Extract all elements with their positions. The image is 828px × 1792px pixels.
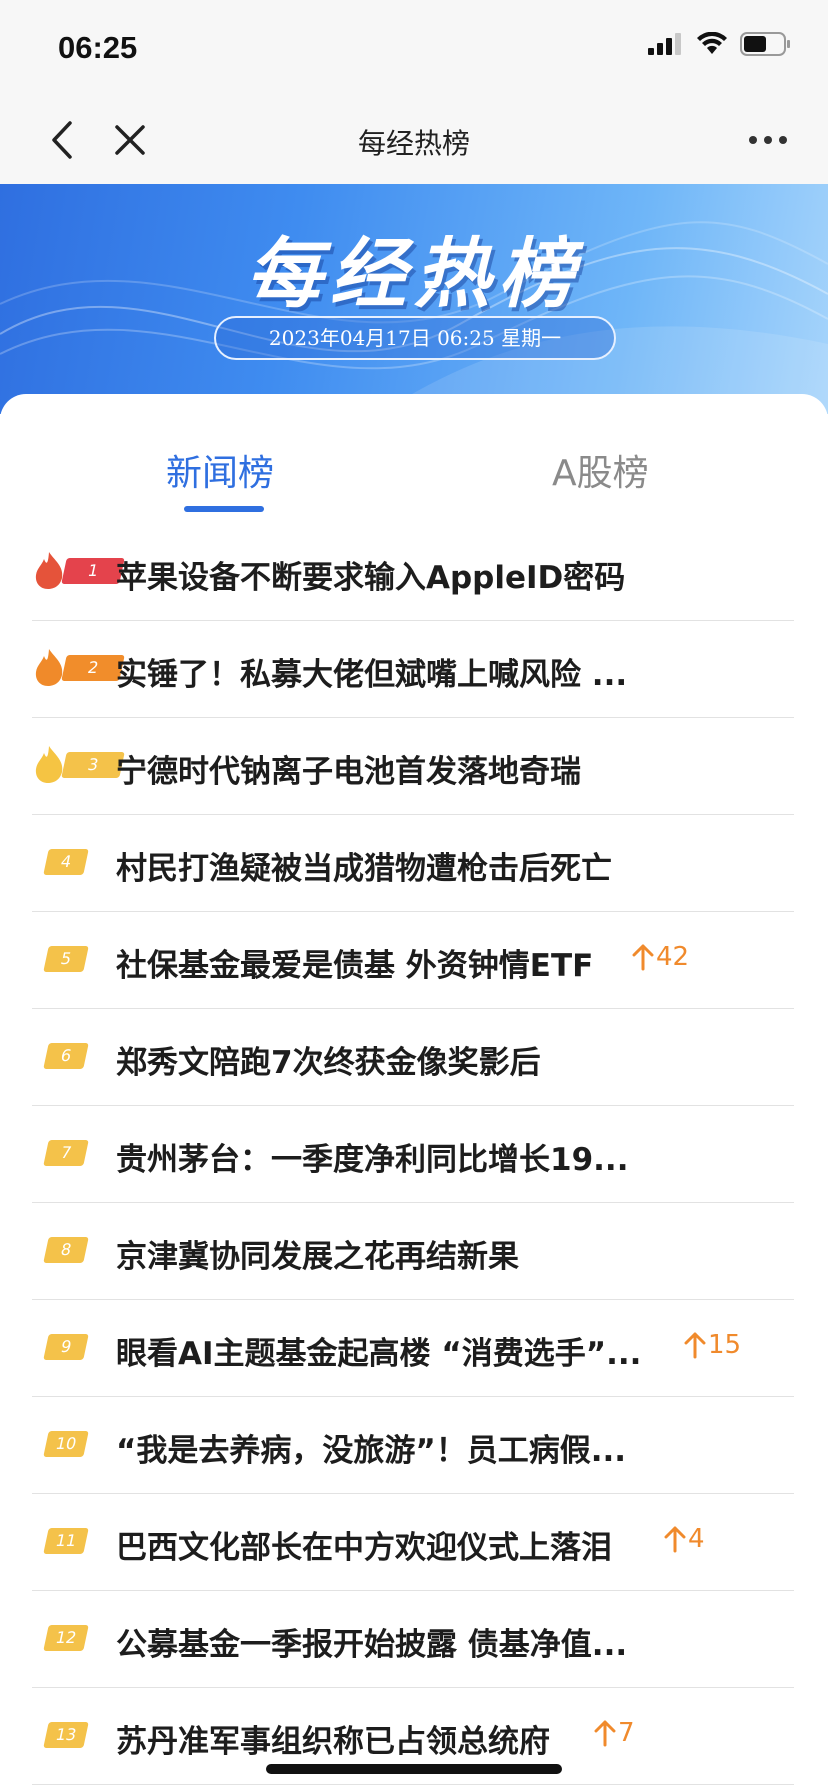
news-title: 巴西文化部长在中方欢迎仪式上落泪	[116, 1530, 612, 1566]
news-title: 社保基金最爱是债基 外资钟情ETF	[116, 948, 594, 984]
arrow-up-icon	[594, 1720, 616, 1747]
news-title: 眼看AI主题基金起高楼 “消费选手”...	[116, 1336, 642, 1372]
rank-badge: 11	[43, 1528, 89, 1554]
list-item[interactable]: 9 眼看AI主题基金起高楼 “消费选手”... 15	[32, 1300, 794, 1397]
list-item[interactable]: 10 “我是去养病，没旅游”！员工病假...	[32, 1397, 794, 1494]
arrow-up-icon	[632, 944, 654, 971]
news-title: “我是去养病，没旅游”！员工病假...	[116, 1433, 627, 1469]
trend-value: 15	[708, 1330, 742, 1360]
nav-bar: 每经热榜	[0, 96, 828, 184]
trend-value: 42	[656, 942, 690, 972]
flame-icon	[35, 649, 63, 686]
status-bar: 06:25	[0, 0, 828, 96]
rank-badge: 4	[43, 849, 89, 875]
rank-badge: 5	[43, 946, 89, 972]
rank-badge: 8	[43, 1237, 89, 1263]
list-item[interactable]: 3 宁德时代钠离子电池首发落地奇瑞	[32, 718, 794, 815]
arrow-up-icon	[684, 1332, 706, 1359]
news-title: 宁德时代钠离子电池首发落地奇瑞	[116, 754, 581, 790]
flame-icon	[35, 746, 63, 783]
news-title: 苏丹准军事组织称已占领总统府	[116, 1724, 550, 1760]
list-item[interactable]: 4 村民打渔疑被当成猎物遭枪击后死亡	[32, 815, 794, 912]
rank-badge: 6	[43, 1043, 89, 1069]
home-indicator[interactable]	[266, 1764, 562, 1774]
battery-icon	[740, 32, 790, 56]
page-title: 每经热榜	[357, 127, 470, 160]
active-tab-indicator	[184, 506, 264, 512]
list-item[interactable]: 1 苹果设备不断要求输入AppleID密码	[32, 524, 794, 621]
wifi-icon	[697, 32, 727, 54]
rank-badge: 10	[43, 1431, 89, 1457]
hot-news-list: 1 苹果设备不断要求输入AppleID密码 2 实锤了！私募大佬但斌嘴上喊风险 …	[32, 524, 794, 1785]
flame-icon	[35, 552, 63, 589]
banner-title: 每经热榜	[246, 229, 582, 318]
ranking-card: 新闻榜 A股榜 1 苹果设备不断要求输入AppleID密码 2 实锤了！私募大佬…	[0, 394, 828, 1792]
list-item[interactable]: 6 郑秀文陪跑7次终获金像奖影后	[32, 1009, 794, 1106]
trend-indicator: 4	[664, 1524, 705, 1554]
tab-news-list[interactable]: 新闻榜	[166, 444, 274, 496]
list-item[interactable]: 11 巴西文化部长在中方欢迎仪式上落泪 4	[32, 1494, 794, 1591]
status-time: 06:25	[58, 30, 138, 65]
list-item[interactable]: 8 京津冀协同发展之花再结新果	[32, 1203, 794, 1300]
trend-indicator: 42	[632, 942, 689, 972]
trend-indicator: 15	[684, 1330, 741, 1360]
arrow-up-icon	[664, 1526, 686, 1553]
news-title: 京津冀协同发展之花再结新果	[116, 1239, 519, 1275]
news-title: 苹果设备不断要求输入AppleID密码	[116, 560, 626, 596]
tab-bar: 新闻榜 A股榜	[0, 394, 828, 524]
news-title: 公募基金一季报开始披露 债基净值...	[116, 1627, 628, 1663]
list-item[interactable]: 2 实锤了！私募大佬但斌嘴上喊风险 ...	[32, 621, 794, 718]
news-title: 郑秀文陪跑7次终获金像奖影后	[116, 1045, 541, 1081]
trend-value: 4	[688, 1524, 705, 1554]
list-item[interactable]: 5 社保基金最爱是债基 外资钟情ETF 42	[32, 912, 794, 1009]
trend-indicator: 7	[594, 1718, 635, 1748]
trend-value: 7	[618, 1718, 635, 1748]
cellular-signal-icon	[648, 33, 681, 55]
list-item[interactable]: 7 贵州茅台：一季度净利同比增长19...	[32, 1106, 794, 1203]
list-item[interactable]: 12 公募基金一季报开始披露 债基净值...	[32, 1591, 794, 1688]
rank-badge: 13	[43, 1722, 89, 1748]
rank-badge: 7	[43, 1140, 89, 1166]
rank-badge: 9	[43, 1334, 89, 1360]
more-button[interactable]	[744, 118, 792, 162]
news-title: 贵州茅台：一季度净利同比增长19...	[116, 1142, 629, 1178]
news-title: 村民打渔疑被当成猎物遭枪击后死亡	[116, 851, 612, 887]
more-dots-icon	[749, 136, 787, 144]
hot-list-banner: 每经热榜 2023年04月17日 06:25 星期一	[0, 184, 828, 414]
news-title: 实锤了！私募大佬但斌嘴上喊风险 ...	[116, 657, 628, 693]
rank-badge: 12	[43, 1625, 89, 1651]
status-icons	[648, 32, 792, 56]
tab-a-share-list[interactable]: A股榜	[552, 444, 649, 496]
banner-datetime: 2023年04月17日 06:25 星期一	[214, 316, 616, 360]
